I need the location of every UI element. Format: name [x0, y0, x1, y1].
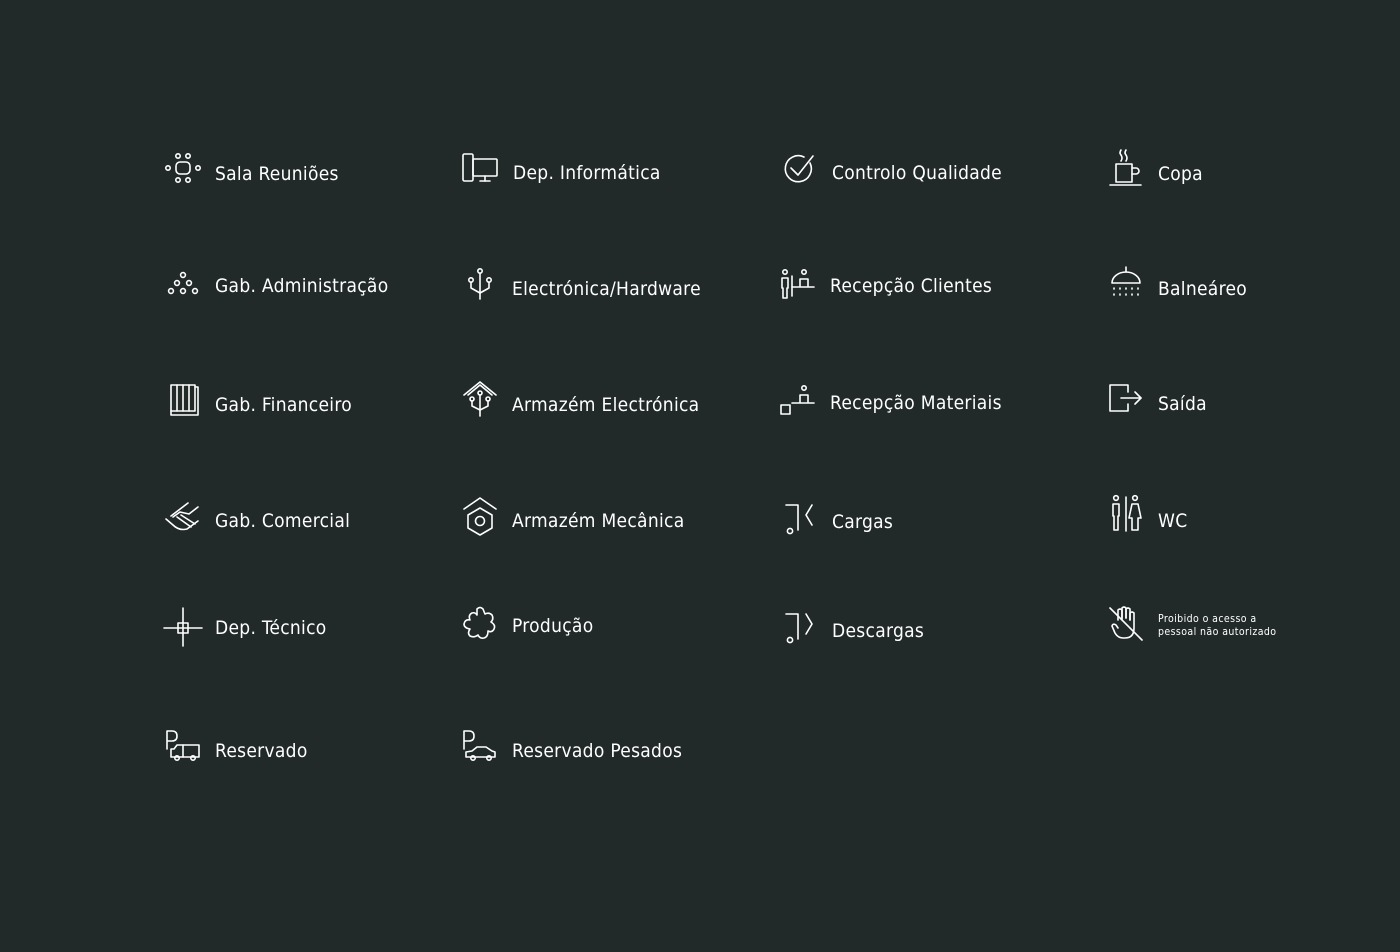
- computer-icon: [461, 153, 501, 193]
- sign-cargas: Cargas: [780, 500, 893, 544]
- sign-label: Reservado: [215, 740, 308, 762]
- sign-label: Armazém Mecânica: [512, 510, 685, 532]
- sign-label: Proibido o acesso a pessoal não autoriza…: [1158, 613, 1277, 638]
- sign-reservado: Reservado: [163, 729, 308, 773]
- sign-label: Saída: [1158, 393, 1207, 415]
- parking-car-icon: [460, 730, 500, 771]
- crosshair-icon: [163, 607, 203, 648]
- sign-dep-informatica: Dep. Informática: [461, 151, 661, 195]
- sign-label: Recepção Materiais: [830, 392, 1002, 414]
- ledger-icon: [163, 384, 203, 425]
- shower-icon: [1106, 266, 1146, 309]
- sign-label: Gab. Financeiro: [215, 394, 353, 416]
- sign-balneareo: Balneáreo: [1106, 266, 1248, 311]
- materials-reception-icon: [778, 383, 818, 423]
- sign-saida: Saída: [1106, 382, 1207, 426]
- sign-sala-reunioes: Sala Reuniões: [163, 152, 339, 196]
- warehouse-circuit-icon: [460, 381, 500, 425]
- sign-label: Cargas: [832, 511, 894, 533]
- sign-reservado-pesados: Reservado Pesados: [460, 729, 682, 773]
- sign-gab-administracao: Gab. Administração: [163, 264, 388, 308]
- sign-label: Controlo Qualidade: [832, 162, 1002, 184]
- sign-label: Gab. Administração: [215, 275, 389, 297]
- people-pyramid-icon: [163, 266, 203, 306]
- sign-label: WC: [1158, 510, 1188, 532]
- sign-label: Gab. Comercial: [215, 510, 351, 532]
- sign-label: Reservado Pesados: [512, 740, 683, 762]
- sign-label: Electrónica/Hardware: [512, 278, 701, 300]
- sign-gab-financeiro: Gab. Financeiro: [163, 383, 352, 427]
- parking-truck-icon: [163, 730, 203, 771]
- cog-icon: [460, 606, 500, 646]
- check-circle-icon: [780, 153, 820, 193]
- exit-icon: [1106, 384, 1146, 424]
- handshake-icon: [163, 501, 203, 541]
- circuit-icon: [460, 267, 500, 309]
- restroom-icon: [1106, 494, 1146, 541]
- sign-wc: WC: [1106, 494, 1188, 543]
- sign-label: Copa: [1158, 163, 1203, 185]
- sign-copa: Copa: [1106, 149, 1203, 196]
- meeting-table-icon: [163, 152, 203, 194]
- no-entry-hand-icon: [1106, 606, 1146, 646]
- sign-label: Dep. Informática: [513, 162, 661, 184]
- sign-recepcao-materiais: Recepção Materiais: [778, 381, 1002, 425]
- sign-label: Balneáreo: [1158, 278, 1248, 300]
- sign-proibido: Proibido o acesso a pessoal não autoriza…: [1106, 604, 1288, 648]
- sign-label: Armazém Electrónica: [512, 394, 700, 416]
- sign-producao: Produção: [460, 604, 593, 648]
- sign-gab-comercial: Gab. Comercial: [163, 499, 350, 543]
- sign-recepcao-clientes: Recepção Clientes: [778, 264, 992, 308]
- sign-controlo-qualidade: Controlo Qualidade: [780, 151, 1002, 195]
- reception-desk-icon: [778, 266, 818, 306]
- sign-label: Produção: [512, 615, 594, 637]
- sign-armazem-mecanica: Armazém Mecânica: [460, 497, 685, 543]
- sign-label: Recepção Clientes: [830, 275, 993, 297]
- sign-dep-tecnico: Dep. Técnico: [163, 606, 327, 650]
- warehouse-nut-icon: [460, 497, 500, 541]
- sign-label: Sala Reuniões: [215, 163, 339, 185]
- loading-icon: [780, 502, 820, 542]
- coffee-cup-icon: [1106, 149, 1146, 194]
- sign-descargas: Descargas: [780, 609, 924, 653]
- sign-label: Dep. Técnico: [215, 617, 327, 639]
- unloading-icon: [780, 611, 820, 651]
- sign-armazem-electronica: Armazém Electrónica: [460, 381, 700, 427]
- sign-electronica-hardware: Electrónica/Hardware: [460, 267, 701, 311]
- sign-label: Descargas: [832, 620, 925, 642]
